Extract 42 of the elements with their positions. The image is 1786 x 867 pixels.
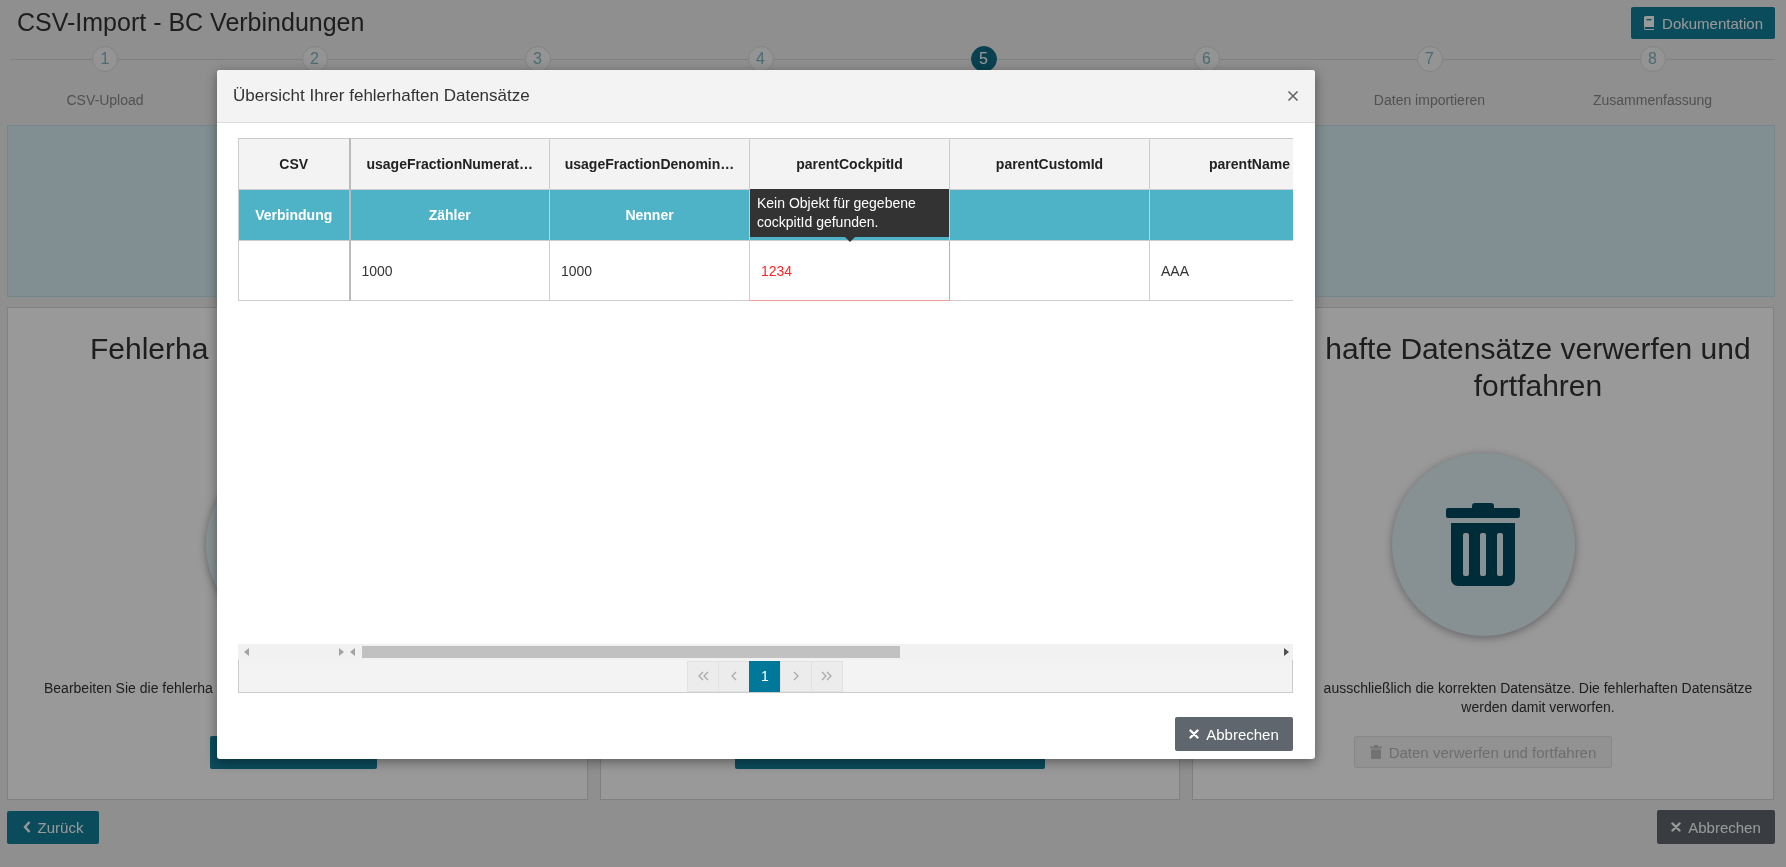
- cancel-button[interactable]: Abbrechen: [1657, 810, 1775, 844]
- scroll-right-icon: [1284, 648, 1289, 656]
- card-description: ausschließlich die korrekten Datensätze. Die fehlerhaften Datensätze werden damit verworfen.: [1322, 679, 1754, 717]
- step-label: Zusammenfassung: [1592, 92, 1713, 108]
- book-icon: [1643, 16, 1656, 30]
- step-label: CSV-Upload: [66, 92, 144, 108]
- column-subheader: Nenner: [549, 189, 750, 241]
- column-header[interactable]: parentCustomId: [949, 138, 1150, 190]
- cancel-button[interactable]: Abbrechen: [1175, 717, 1293, 751]
- trash-icon: [1369, 745, 1382, 759]
- table-cell: 1000: [349, 240, 550, 301]
- dialog-title: Übersicht Ihrer fehlerhaften Datensätze: [233, 86, 530, 106]
- column-header[interactable]: CSV: [238, 138, 350, 190]
- column-header[interactable]: usageFractionDenomin…: [549, 138, 750, 190]
- card-heading: Fehlerha: [89, 331, 210, 367]
- page-button[interactable]: 1: [749, 660, 781, 692]
- back-button[interactable]: Zurück: [7, 810, 99, 844]
- chevron-left-icon: [697, 671, 709, 681]
- close-icon[interactable]: [1287, 90, 1299, 102]
- column-header[interactable]: usageFractionNumerat…: [349, 138, 550, 190]
- documentation-button[interactable]: Dokumentation: [1631, 7, 1775, 39]
- column-header[interactable]: parentName: [1149, 138, 1293, 190]
- card-heading: hafte Datensätze verwerfen und fortfahren: [1324, 331, 1752, 404]
- table-cell: 1000: [549, 240, 750, 301]
- scrollbar-thumb[interactable]: [362, 646, 900, 658]
- page-title: CSV-Import - BC Verbindungen: [17, 7, 365, 37]
- scroll-left-icon: [244, 648, 249, 656]
- scroll-left-icon: [350, 648, 355, 656]
- horizontal-scrollbar[interactable]: [238, 644, 1293, 660]
- error-tooltip: Kein Objekt für gegebene cockpitId gefunden.: [750, 189, 949, 242]
- chevron-right-icon: [821, 671, 833, 681]
- column-subheader: Zähler: [349, 189, 550, 241]
- card-description: Bearbeiten Sie die fehlerha: [43, 679, 214, 698]
- step-number[interactable]: 5: [970, 46, 997, 72]
- close-icon: [1671, 822, 1682, 832]
- column-header[interactable]: parentCockpitId: [749, 138, 950, 190]
- trash-icon: [1446, 503, 1520, 586]
- close-icon: [1189, 729, 1200, 739]
- chevron-left-icon: [22, 821, 31, 833]
- column-subheader: Verbindung: [238, 189, 350, 241]
- scroll-right-icon: [339, 648, 344, 656]
- step-label: Daten importieren: [1373, 92, 1486, 108]
